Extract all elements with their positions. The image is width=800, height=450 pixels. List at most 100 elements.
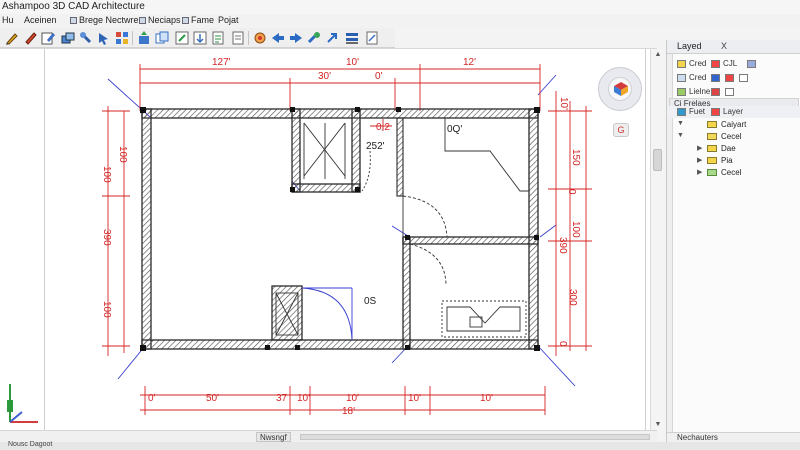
panel-footer: Nechauters bbox=[667, 432, 800, 442]
chevron-right-icon[interactable]: ▶ bbox=[697, 168, 702, 176]
svg-text:12': 12' bbox=[463, 57, 476, 68]
view-navigator[interactable] bbox=[598, 67, 642, 111]
chevron-right-icon[interactable]: ▶ bbox=[697, 144, 702, 152]
scroll-thumb[interactable] bbox=[300, 434, 650, 440]
window-icon bbox=[139, 17, 146, 24]
scissors-icon bbox=[739, 74, 748, 82]
panel-row[interactable]: Lielne bbox=[667, 86, 800, 98]
menu-item-frame[interactable]: Fame bbox=[180, 15, 216, 27]
chevron-down-icon[interactable]: ▼ bbox=[677, 120, 684, 127]
flag-icon bbox=[725, 74, 734, 82]
folder-icon bbox=[677, 60, 686, 68]
flag-icon bbox=[711, 60, 720, 68]
rotate-icon[interactable] bbox=[252, 30, 268, 46]
document-icon[interactable] bbox=[364, 30, 380, 46]
layer-item[interactable]: ▶ Pia bbox=[667, 156, 800, 166]
main-toolbar bbox=[0, 28, 395, 48]
menu-item-view[interactable]: Brege Nectwre bbox=[68, 15, 141, 27]
folder-icon bbox=[707, 133, 717, 140]
measure-icon[interactable] bbox=[192, 30, 208, 46]
layer-tab-row[interactable]: Fuet Layer bbox=[667, 106, 800, 118]
pin-icon[interactable] bbox=[78, 30, 94, 46]
window-title: Ashampoo 3D CAD Architecture bbox=[2, 1, 145, 12]
document-icon[interactable] bbox=[230, 30, 246, 46]
chevron-right-icon[interactable]: ▶ bbox=[697, 156, 702, 164]
scroll-thumb[interactable] bbox=[653, 149, 662, 171]
folder-icon bbox=[707, 169, 717, 176]
svg-text:10': 10' bbox=[408, 393, 421, 404]
svg-text:0S: 0S bbox=[364, 296, 377, 307]
panel-row[interactable]: Cred CJL bbox=[667, 58, 800, 70]
panel-title: Layed bbox=[677, 41, 702, 51]
layer-item[interactable]: ▶ Dae bbox=[667, 144, 800, 154]
edit-icon[interactable] bbox=[40, 30, 56, 46]
menu-item-project[interactable]: Pojat bbox=[216, 15, 241, 27]
stack-icon bbox=[677, 108, 686, 116]
edit-icon[interactable] bbox=[174, 30, 190, 46]
corner-markers bbox=[140, 107, 540, 351]
menu-item-file[interactable]: Hu bbox=[0, 15, 16, 27]
arrow-icon[interactable] bbox=[324, 30, 340, 46]
svg-text:300: 300 bbox=[567, 289, 578, 306]
status-bar: Nousc Dagoot bbox=[0, 441, 800, 450]
svg-text:127': 127' bbox=[212, 57, 231, 68]
panel-row[interactable]: Cred bbox=[667, 72, 800, 84]
svg-text:0': 0' bbox=[375, 71, 383, 82]
svg-text:10': 10' bbox=[480, 393, 493, 404]
canvas-tab[interactable]: Nwsngf bbox=[256, 432, 291, 442]
svg-text:100: 100 bbox=[117, 146, 128, 163]
bathroom-fixtures bbox=[441, 300, 527, 338]
svg-text:390: 390 bbox=[557, 237, 568, 254]
flag-icon bbox=[711, 108, 720, 116]
horizontal-scrollbar[interactable]: Nwsngf bbox=[0, 430, 657, 442]
menu-item-edit[interactable]: Aceinen bbox=[22, 15, 59, 27]
lock-icon bbox=[747, 60, 756, 68]
svg-text:50': 50' bbox=[206, 393, 219, 404]
window-icon bbox=[70, 17, 77, 24]
zoom-icon[interactable] bbox=[306, 30, 322, 46]
folder-icon bbox=[707, 121, 717, 128]
menu-bar: Hu Aceinen Brege Nectwre Neciaps Fame Po… bbox=[0, 14, 800, 28]
wall-icon[interactable] bbox=[344, 30, 360, 46]
drawing-canvas[interactable]: 127' 30' 10' 0' 12' 0.2 0' 50' 37 10' 10… bbox=[0, 48, 664, 431]
chevron-down-icon[interactable]: ▼ bbox=[677, 132, 684, 139]
folder-icon bbox=[707, 145, 717, 152]
svg-text:0.2: 0.2 bbox=[376, 122, 390, 133]
status-text: Nousc Dagoot bbox=[8, 441, 53, 448]
eye-icon bbox=[677, 74, 686, 82]
layers-icon[interactable] bbox=[60, 30, 76, 46]
pencil-icon[interactable] bbox=[4, 30, 20, 46]
arrow-icon[interactable] bbox=[270, 30, 286, 46]
window-icon bbox=[182, 17, 189, 24]
reset-view-button[interactable]: G bbox=[613, 123, 629, 137]
scroll-down-icon[interactable]: ▼ bbox=[654, 421, 662, 429]
svg-text:10': 10' bbox=[346, 57, 359, 68]
move-icon[interactable] bbox=[136, 30, 152, 46]
select-icon[interactable] bbox=[96, 30, 112, 46]
vertical-scrollbar[interactable]: ▲ ▼ bbox=[650, 49, 664, 431]
layer-item[interactable]: ▶ Cecel bbox=[667, 168, 800, 178]
layer-item[interactable]: ▼ Caiyart bbox=[667, 120, 800, 130]
copy-icon[interactable] bbox=[154, 30, 170, 46]
flag-icon bbox=[711, 88, 720, 96]
folder-icon bbox=[707, 157, 717, 164]
floor-plan[interactable]: 127' 30' 10' 0' 12' 0.2 0' 50' 37 10' 10… bbox=[0, 49, 657, 431]
document-icon[interactable] bbox=[210, 30, 226, 46]
panel-header: Layed X bbox=[667, 40, 800, 54]
svg-text:18': 18' bbox=[342, 406, 355, 417]
layer-item[interactable]: ▼ Cecel bbox=[667, 132, 800, 142]
svg-text:100: 100 bbox=[101, 166, 112, 183]
close-icon[interactable]: X bbox=[721, 41, 727, 51]
pen-icon bbox=[711, 74, 720, 82]
grid-icon[interactable] bbox=[114, 30, 130, 46]
svg-text:150: 150 bbox=[570, 149, 581, 166]
arrow-icon[interactable] bbox=[288, 30, 304, 46]
svg-text:10': 10' bbox=[297, 393, 310, 404]
pencil-icon[interactable] bbox=[22, 30, 38, 46]
scroll-up-icon[interactable]: ▲ bbox=[654, 51, 662, 59]
cube-icon[interactable] bbox=[613, 81, 629, 97]
svg-text:0: 0 bbox=[566, 189, 577, 195]
walls bbox=[141, 108, 539, 350]
menu-item-tools[interactable]: Neciaps bbox=[137, 15, 183, 27]
doors bbox=[301, 150, 448, 341]
